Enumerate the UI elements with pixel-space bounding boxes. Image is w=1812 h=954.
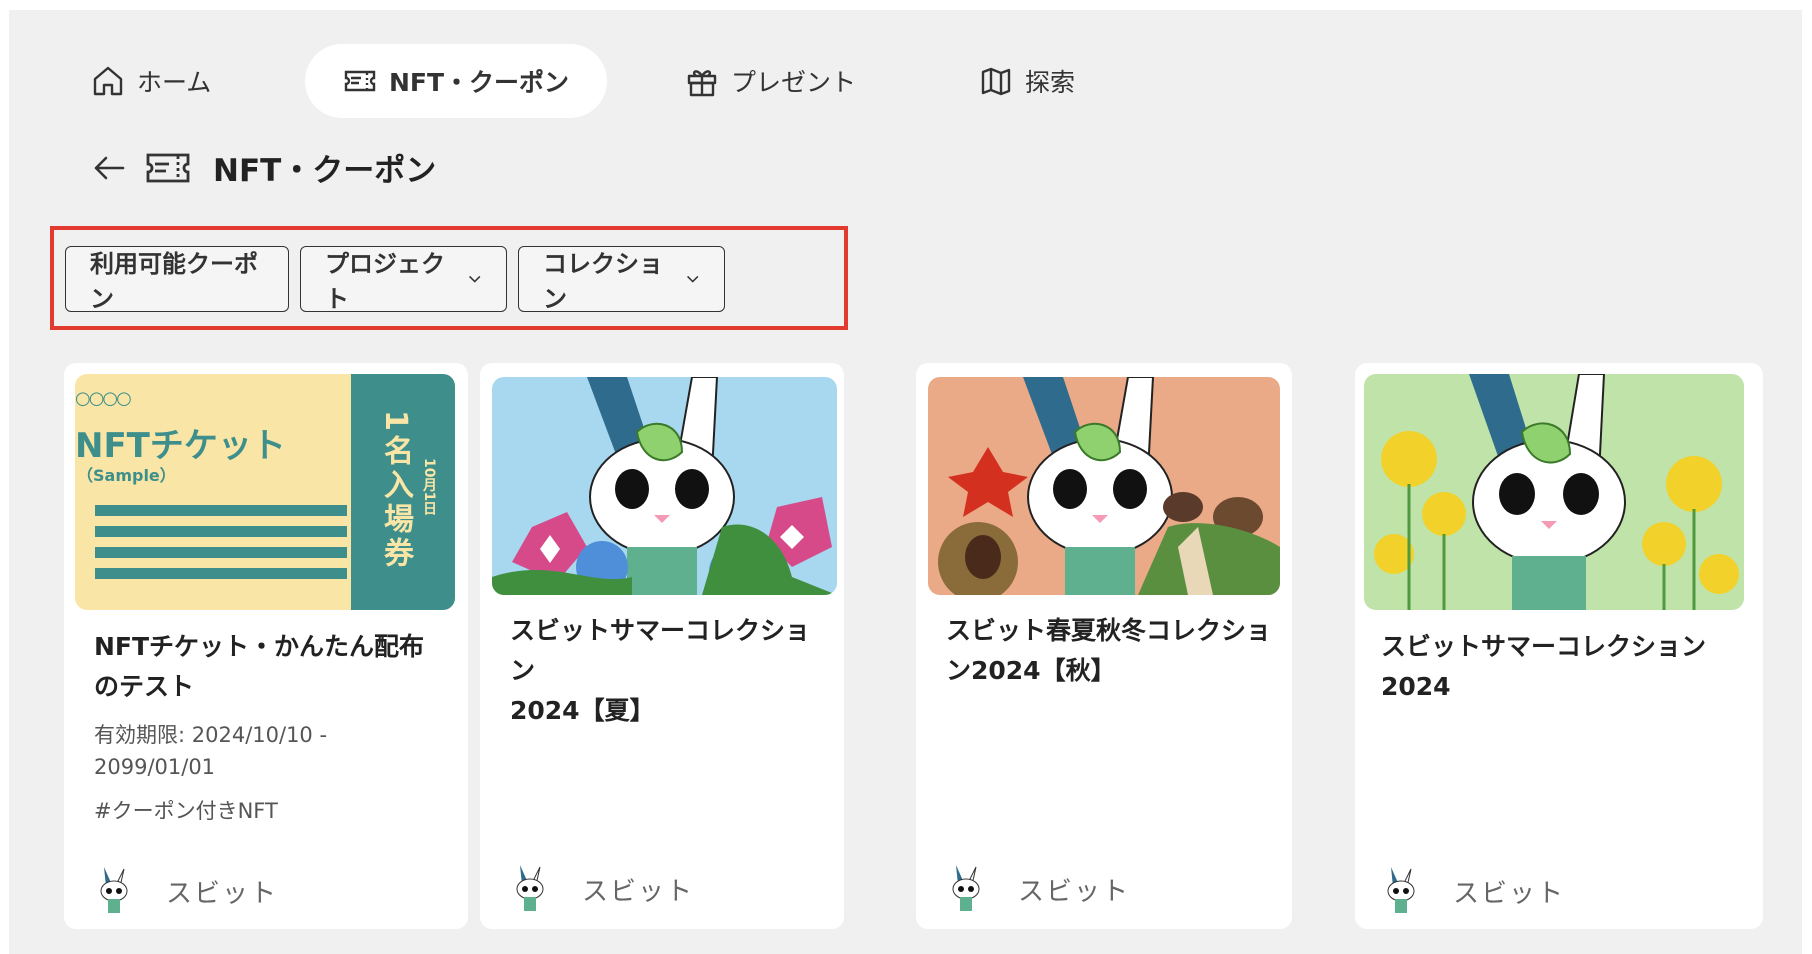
ticket-icon: [344, 70, 376, 92]
nft-card[interactable]: スビットサマーコレクション 2024 スビット: [1355, 363, 1763, 929]
card-title-line1: スビットサマーコレクション: [1381, 632, 1707, 661]
coupon-tag[interactable]: #クーポン付きNFT: [94, 795, 278, 827]
ticket-sub: （Sample）: [77, 466, 176, 485]
gift-icon: [687, 70, 717, 97]
card-title: スビット春夏秋冬コレクショ ン2024【秋】: [946, 611, 1276, 691]
nft-image: [928, 377, 1280, 595]
available-coupon-filter-label: 利用可能クーポン: [90, 250, 258, 313]
ticket-stub-date: 10月1日: [421, 458, 437, 516]
nft-card[interactable]: スビットサマーコレクション 2024【夏】 スビット: [480, 363, 844, 929]
card-title-line2: 2024: [1381, 672, 1451, 701]
nft-image: [492, 377, 837, 595]
card-title-line2: のテスト: [94, 672, 195, 701]
card-title: スビットサマーコレクション 2024【夏】: [510, 611, 830, 731]
ticket-stub: 1名入場券 10月1日: [351, 374, 455, 610]
chevron-down-icon: [686, 275, 698, 283]
card-title: スビットサマーコレクション 2024: [1381, 627, 1741, 707]
ticket-dots: ○○○○: [75, 388, 132, 409]
character-illustration: [938, 377, 1280, 595]
nav-nft-coupon-label: NFT・クーポン: [389, 68, 570, 97]
project-filter-dropdown[interactable]: プロジェクト: [300, 246, 507, 313]
map-icon: [981, 67, 1011, 96]
creator-row[interactable]: スビット: [1381, 865, 1565, 917]
creator-row[interactable]: スビット: [94, 865, 278, 917]
nav-nft-coupon[interactable]: NFT・クーポン: [305, 44, 608, 118]
ticket-stub-text: 1名入場券: [378, 410, 413, 571]
top-nav: ホーム NFT・クーポン プレゼント 探索: [9, 10, 1802, 150]
nav-home-label: ホーム: [137, 68, 212, 97]
creator-avatar-icon: [100, 867, 128, 913]
validity-line2: 2099/01/01: [94, 755, 216, 779]
nav-present-label: プレゼント: [731, 68, 857, 97]
creator-avatar-icon: [952, 865, 980, 911]
character-illustration: [492, 377, 837, 595]
ticket-icon: [146, 153, 190, 182]
back-arrow-icon[interactable]: [91, 150, 127, 186]
home-icon: [93, 66, 123, 96]
nft-image: [1364, 374, 1744, 610]
card-title-line2: ン2024【秋】: [946, 656, 1116, 685]
card-title-line2: 2024【夏】: [510, 696, 655, 725]
app-panel: ホーム NFT・クーポン プレゼント 探索 NFT・クーポン 利用可能クーポン …: [9, 10, 1802, 954]
creator-avatar-icon: [1387, 867, 1415, 913]
page-header: NFT・クーポン: [91, 145, 436, 190]
card-title-line1: スビット春夏秋冬コレクショ: [946, 616, 1272, 645]
creator-avatar-icon: [516, 865, 544, 911]
nav-home[interactable]: ホーム: [91, 44, 211, 118]
creator-row[interactable]: スビット: [946, 863, 1130, 915]
creator-name: スビット: [582, 876, 695, 907]
chevron-down-icon: [468, 275, 480, 283]
nav-present[interactable]: プレゼント: [685, 44, 856, 118]
creator-name: スビット: [1018, 876, 1131, 907]
collection-filter-label: コレクション: [543, 250, 663, 313]
project-filter-label: プロジェクト: [325, 250, 445, 313]
validity-period: 有効期限: 2024/10/10 - 2099/01/01: [94, 719, 327, 783]
ticket-heading: NFTチケット: [75, 426, 286, 466]
nft-card[interactable]: ○○○○ NFTチケット （Sample） 1名入場券 10月1日 NFTチケッ…: [64, 363, 468, 929]
creator-row[interactable]: スビット: [510, 863, 694, 915]
nft-card[interactable]: スビット春夏秋冬コレクショ ン2024【秋】 スビット: [916, 363, 1292, 929]
nav-explore[interactable]: 探索: [979, 44, 1075, 118]
creator-name: スビット: [166, 878, 279, 909]
validity-line1: 有効期限: 2024/10/10 -: [94, 723, 328, 747]
nav-explore-label: 探索: [1025, 68, 1076, 97]
page-title: NFT・クーポン: [213, 153, 437, 189]
creator-name: スビット: [1453, 878, 1566, 909]
available-coupon-filter[interactable]: 利用可能クーポン: [65, 246, 289, 313]
card-title-line1: NFTチケット・かんたん配布: [94, 632, 425, 661]
card-title: NFTチケット・かんたん配布 のテスト: [94, 627, 454, 707]
character-illustration: [1374, 374, 1739, 610]
collection-filter-dropdown[interactable]: コレクション: [518, 246, 725, 313]
filter-bar-highlight: 利用可能クーポン プロジェクト コレクション: [50, 226, 848, 330]
nft-ticket-image: ○○○○ NFTチケット （Sample） 1名入場券 10月1日: [75, 374, 455, 610]
card-title-line1: スビットサマーコレクション: [510, 616, 811, 685]
